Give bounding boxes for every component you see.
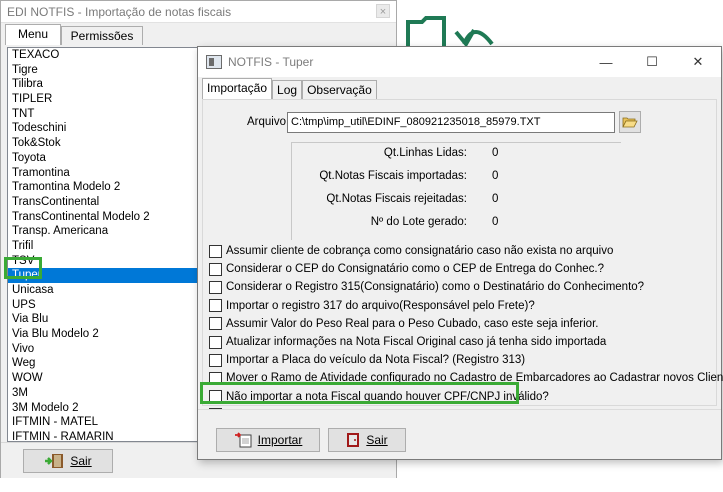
tab-importacao[interactable]: Importação (202, 78, 273, 99)
list-item[interactable]: WOW (8, 371, 203, 386)
option-label: Assumir Valor do Peso Real para o Peso C… (226, 317, 599, 330)
option-label: Não importar a nota Fiscal quando houver… (226, 390, 549, 403)
edi-notfis-titlebar: EDI NOTFIS - Importação de notas fiscais… (1, 1, 396, 23)
tab-observacao[interactable]: Observação (302, 80, 377, 99)
list-item[interactable]: Via Blu (8, 312, 203, 327)
stat-lote-label: Nº do Lote gerado: (370, 216, 467, 228)
carrier-list[interactable]: TEXACO Tigre Tilibra TIPLER TNT Todeschini Tok… (7, 47, 204, 442)
maximize-icon[interactable]: ☐ (629, 47, 675, 77)
option-label: Assumir cliente de cobrança como consign… (226, 245, 614, 257)
option-label: Considerar o Registro 315(Consignatário)… (226, 281, 645, 294)
option-checkbox[interactable] (209, 262, 222, 276)
option-row[interactable]: Não importar a nota Fiscal quando houver… (209, 389, 549, 405)
stat-rejeitadas-label: Qt.Notas Fiscais rejeitadas: (326, 193, 467, 205)
arquivo-input[interactable]: C:\tmp\imp_util\EDINF_080921235018_85979… (287, 112, 615, 133)
option-row[interactable]: Atualizar informações na Nota Fiscal Ori… (209, 334, 606, 350)
option-row[interactable]: Assumir cliente de cobrança como consign… (209, 243, 613, 259)
list-item[interactable]: TSV (8, 254, 203, 269)
notfis-tuper-window: NOTFIS - Tuper — ☐ ✕ Importação Log Obse… (197, 46, 723, 460)
option-label: Importar a Placa do veículo da Nota Fisc… (226, 354, 526, 367)
list-item[interactable]: TransContinental (8, 195, 203, 210)
front-footer: Importar Sair (198, 409, 721, 459)
import-icon (234, 432, 252, 448)
app-icon (206, 55, 222, 69)
stat-linhas-value: 0 (492, 147, 499, 159)
exit-button-label: Sair (70, 454, 92, 468)
option-checkbox[interactable] (209, 317, 222, 331)
option-checkbox[interactable] (209, 299, 222, 313)
stat-lote-value: 0 (492, 216, 499, 228)
list-item[interactable]: Todeschini (8, 121, 203, 136)
option-checkbox[interactable] (209, 335, 222, 349)
exit-button[interactable]: Sair (23, 449, 113, 473)
exit-button-label: Sair (366, 433, 388, 447)
tab-bar: Menu Permissões (5, 24, 143, 45)
list-item[interactable]: IFTMIN - MATEL (8, 415, 203, 430)
option-row[interactable]: Mover o Ramo de Atividade configurado no… (209, 370, 723, 386)
list-item[interactable]: TNT (8, 107, 203, 122)
tab-permissoes[interactable]: Permissões (61, 26, 143, 45)
list-item[interactable]: UPS (8, 298, 203, 313)
tab-bar: Importação Log Observação (202, 78, 377, 99)
option-row[interactable]: Importar a Placa do veículo da Nota Fisc… (209, 352, 525, 368)
window-title: EDI NOTFIS - Importação de notas fiscais (7, 4, 232, 19)
list-item[interactable]: Transp. Americana (8, 224, 203, 239)
folder-open-icon (622, 117, 638, 127)
option-label: Considerar o CEP do Consignatário como o… (226, 263, 605, 276)
list-item[interactable]: Via Blu Modelo 2 (8, 327, 203, 342)
minimize-icon[interactable]: — (583, 47, 629, 77)
list-item[interactable]: Tramontina (8, 166, 203, 181)
option-checkbox[interactable] (209, 353, 222, 367)
list-item[interactable]: Trifil (8, 239, 203, 254)
list-item[interactable]: Unicasa (8, 283, 203, 298)
tab-log[interactable]: Log (272, 80, 303, 99)
list-item[interactable]: TEXACO (8, 48, 203, 63)
stat-rejeitadas-value: 0 (492, 193, 499, 205)
list-item[interactable]: Tok&Stok (8, 136, 203, 151)
import-button[interactable]: Importar (216, 428, 320, 452)
option-checkbox[interactable] (209, 371, 222, 385)
list-item[interactable]: IFTMIN - RAMARIN (8, 430, 203, 441)
list-item[interactable]: 3M Modelo 2 (8, 401, 203, 416)
option-row[interactable]: Considerar o CEP do Consignatário como o… (209, 261, 604, 277)
list-item[interactable]: Toyota (8, 151, 203, 166)
browse-button[interactable] (619, 111, 641, 133)
exit-door-icon (347, 433, 360, 447)
list-item[interactable]: Weg (8, 356, 203, 371)
close-icon[interactable]: ✕ (675, 47, 721, 77)
importacao-panel: Arquivo C:\tmp\imp_util\EDINF_0809212350… (202, 99, 723, 422)
arquivo-label: Arquivo (247, 116, 286, 128)
option-row[interactable]: Importar o registro 317 do arquivo(Respo… (209, 298, 535, 314)
option-checkbox[interactable] (209, 244, 222, 258)
option-checkbox[interactable] (209, 390, 222, 404)
exit-door-icon (45, 454, 64, 468)
list-item[interactable]: TIPLER (8, 92, 203, 107)
tab-menu[interactable]: Menu (5, 24, 61, 45)
list-item[interactable]: Tigre (8, 63, 203, 78)
option-row[interactable]: Considerar o Registro 315(Consignatário)… (209, 279, 644, 295)
exit-button[interactable]: Sair (328, 428, 406, 452)
window-title: NOTFIS - Tuper (228, 55, 314, 69)
stat-importadas-label: Qt.Notas Fiscais importadas: (319, 170, 467, 182)
stat-importadas-value: 0 (492, 170, 499, 182)
list-item[interactable]: Tilibra (8, 77, 203, 92)
import-button-label: Importar (257, 433, 303, 447)
option-label: Importar o registro 317 do arquivo(Respo… (226, 299, 535, 312)
list-item[interactable]: Vivo (8, 342, 203, 357)
close-icon[interactable]: × (376, 4, 390, 18)
option-label: Atualizar informações na Nota Fiscal Ori… (226, 336, 607, 348)
option-row[interactable]: Assumir Valor do Peso Real para o Peso C… (209, 316, 598, 332)
list-item[interactable]: 3M (8, 386, 203, 401)
list-item[interactable]: Tramontina Modelo 2 (8, 180, 203, 195)
list-item[interactable]: Tuper (8, 268, 203, 283)
stat-linhas-label: Qt.Linhas Lidas: (383, 147, 467, 159)
option-label: Mover o Ramo de Atividade configurado no… (226, 372, 723, 385)
list-item[interactable]: TransContinental Modelo 2 (8, 210, 203, 225)
option-checkbox[interactable] (209, 280, 222, 294)
